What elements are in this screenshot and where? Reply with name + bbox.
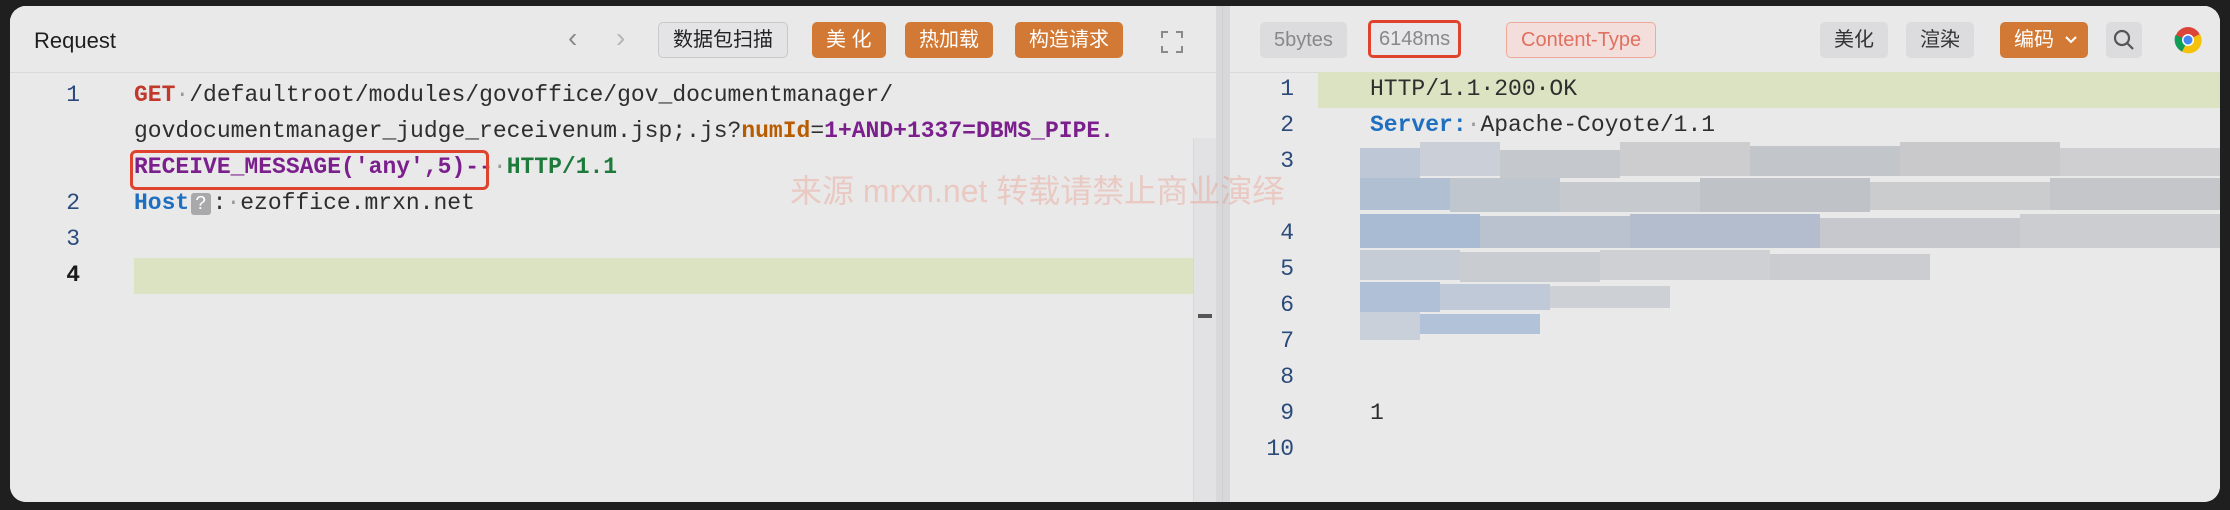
hot-reload-button[interactable]: 热加载 — [905, 22, 993, 58]
http-method: GET — [134, 82, 176, 108]
build-request-button[interactable]: 构造请求 — [1015, 22, 1123, 58]
line-number: 1 — [66, 82, 80, 108]
request-editor[interactable]: 1 2 3 4 GET·/defaultroot/modules/govoffi… — [10, 72, 1216, 502]
request-path: /defaultroot/modules/govoffice/gov_docum… — [189, 82, 894, 108]
scrollbar-thumb[interactable] — [1198, 314, 1212, 318]
line-number: 8 — [1280, 364, 1294, 390]
search-button[interactable] — [2106, 22, 2142, 58]
request-toolbar: Request ‹ › 数据包扫描 美 化 热加载 构造请求 — [10, 6, 1216, 73]
beautify-button[interactable]: 美 化 — [812, 22, 886, 58]
request-title: Request — [34, 28, 116, 53]
window: Request ‹ › 数据包扫描 美 化 热加载 构造请求 1 2 3 4 G… — [10, 6, 2220, 502]
chevron-down-icon — [2065, 36, 2077, 44]
server-header-name: Server: — [1370, 112, 1467, 138]
header-colon: : — [212, 190, 227, 216]
query-value: 1+AND+1337=DBMS_PIPE. — [824, 118, 1114, 144]
search-icon — [2113, 29, 2134, 50]
response-time: 6148ms — [1368, 20, 1462, 58]
response-size: 5bytes — [1260, 22, 1347, 58]
request-line-2: Host?:·ezoffice.mrxn.net — [134, 190, 475, 216]
content-type-badge[interactable]: Content-Type — [1506, 22, 1657, 58]
line-number: 2 — [1280, 112, 1294, 138]
http-protocol: HTTP/1.1 — [506, 154, 618, 180]
line-number: 1 — [1280, 76, 1294, 102]
line-number: 4 — [66, 262, 80, 288]
expand-icon[interactable] — [1160, 30, 1184, 54]
watermark: 来源 mrxn.net 转载请禁止商业演绎 — [790, 173, 1285, 209]
query-param: numId — [741, 118, 811, 144]
response-beautify-button[interactable]: 美化 — [1820, 22, 1888, 58]
line-number: 4 — [1280, 220, 1294, 246]
request-pane: Request ‹ › 数据包扫描 美 化 热加载 构造请求 1 2 3 4 G… — [10, 6, 1216, 502]
response-pane: 5bytes 6148ms Content-Type 美化 渲染 编码 1 2 … — [1230, 6, 2220, 502]
line-number: 3 — [66, 226, 80, 252]
encode-button[interactable]: 编码 — [2000, 22, 2088, 58]
encode-label: 编码 — [2014, 29, 2054, 51]
response-viewer[interactable]: 1 2 3 4 5 6 7 8 9 10 HTTP/1.1·200·OK Ser… — [1230, 72, 2220, 502]
status-line: HTTP/1.1·200·OK — [1370, 76, 1578, 102]
request-line-1b: govdocumentmanager_judge_receivenum.jsp;… — [134, 118, 1114, 144]
request-path-cont: govdocumentmanager_judge_receivenum.jsp;… — [134, 118, 742, 144]
header-name: Host — [134, 190, 190, 216]
payload-highlight-box — [130, 150, 489, 190]
request-line-1a: GET·/defaultroot/modules/govoffice/gov_d… — [134, 82, 894, 108]
packet-scan-button[interactable]: 数据包扫描 — [658, 22, 788, 58]
response-body-line: 1 — [1370, 400, 1384, 426]
help-badge[interactable]: ? — [191, 193, 211, 215]
server-header-line: Server:·Apache-Coyote/1.1 — [1370, 112, 1716, 138]
equals-sign: = — [810, 118, 825, 144]
back-arrow-icon[interactable]: ‹ — [568, 24, 577, 52]
server-header-value: Apache-Coyote/1.1 — [1480, 112, 1716, 138]
line-number: 6 — [1280, 292, 1294, 318]
line-number: 9 — [1280, 400, 1294, 426]
line-number: 2 — [66, 190, 80, 216]
render-button[interactable]: 渲染 — [1906, 22, 1974, 58]
chrome-icon[interactable] — [2174, 26, 2202, 54]
line-number: 7 — [1280, 328, 1294, 354]
current-line-highlight — [134, 258, 1216, 294]
redacted-area — [1360, 142, 2220, 340]
forward-arrow-icon[interactable]: › — [616, 24, 625, 52]
line-number: 5 — [1280, 256, 1294, 282]
line-number: 10 — [1266, 436, 1294, 462]
header-value: ezoffice.mrxn.net — [240, 190, 475, 216]
response-toolbar: 5bytes 6148ms Content-Type 美化 渲染 编码 — [1230, 6, 2220, 73]
